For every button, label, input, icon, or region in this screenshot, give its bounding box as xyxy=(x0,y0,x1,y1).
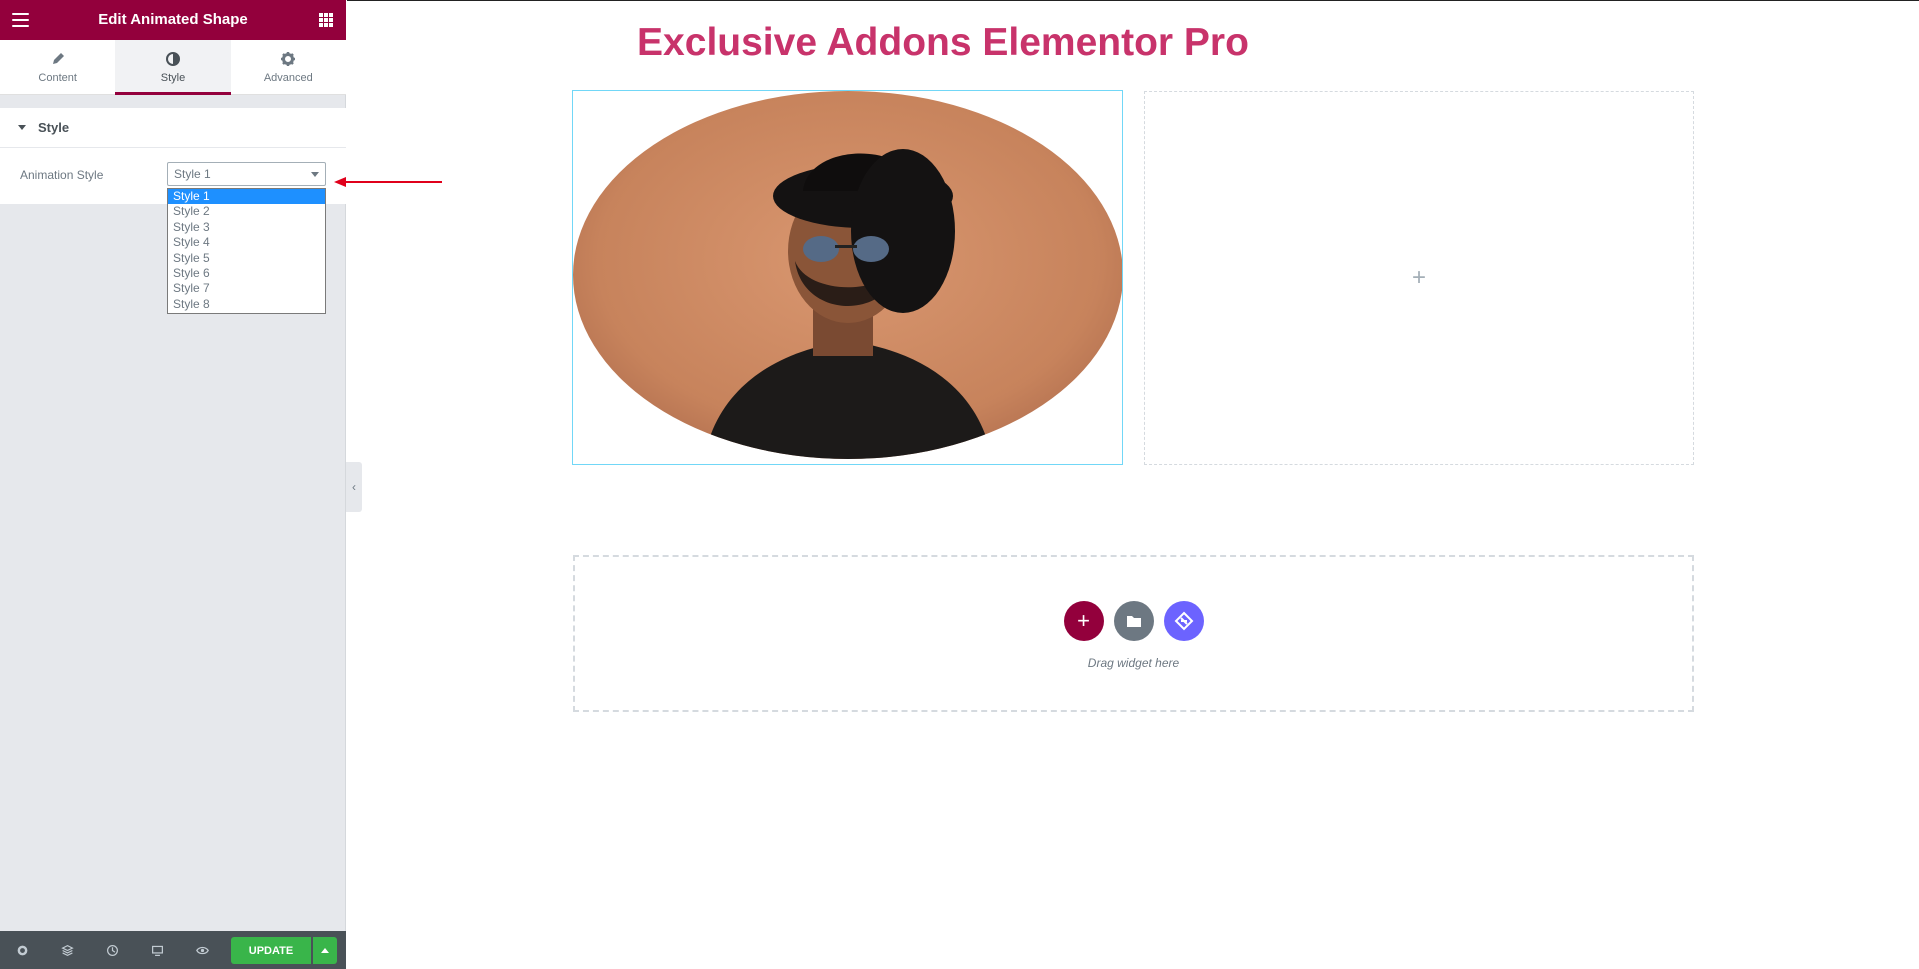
option-style-8[interactable]: Style 8 xyxy=(168,297,325,312)
select-value: Style 1 xyxy=(174,167,211,181)
editor-panel: Edit Animated Shape Content Style Advanc… xyxy=(0,0,346,969)
option-style-7[interactable]: Style 7 xyxy=(168,281,325,296)
tab-content-label: Content xyxy=(38,71,77,84)
exclusive-addons-templates-button[interactable] xyxy=(1163,601,1204,641)
page-title: Exclusive Addons Elementor Pro xyxy=(637,21,1249,64)
option-style-4[interactable]: Style 4 xyxy=(168,235,325,250)
update-options-button[interactable] xyxy=(313,937,337,964)
add-template-button[interactable] xyxy=(1113,601,1154,641)
option-style-6[interactable]: Style 6 xyxy=(168,266,325,281)
pencil-icon xyxy=(52,52,64,64)
add-section-drop-zone[interactable]: + Drag widget here xyxy=(573,555,1694,712)
tab-advanced[interactable]: Advanced xyxy=(231,40,346,94)
exclusive-addons-logo-icon xyxy=(1174,611,1193,631)
option-style-1[interactable]: Style 1 xyxy=(168,189,325,205)
caret-down-icon xyxy=(18,125,26,130)
editor-canvas: Exclusive Addons Elementor Pro + + Drag … xyxy=(347,0,1919,969)
tab-style-label: Style xyxy=(160,71,186,84)
option-style-3[interactable]: Style 3 xyxy=(168,220,325,235)
half-circle-icon xyxy=(165,51,180,66)
section-label: Style xyxy=(38,120,70,135)
preview-eye-icon[interactable] xyxy=(180,931,225,969)
animation-style-select[interactable]: Style 1 xyxy=(167,162,326,186)
plus-icon: + xyxy=(1411,264,1426,291)
option-style-5[interactable]: Style 5 xyxy=(168,251,325,266)
plus-icon: + xyxy=(1077,608,1090,633)
panel-tabs: Content Style Advanced xyxy=(0,40,346,95)
settings-gear-icon[interactable] xyxy=(0,931,45,969)
responsive-desktop-icon[interactable] xyxy=(135,931,180,969)
gear-icon xyxy=(281,51,296,66)
animation-style-options: Style 1 Style 2 Style 3 Style 4 Style 5 … xyxy=(167,188,326,314)
caret-up-icon xyxy=(321,948,329,953)
portrait-image xyxy=(573,91,1122,459)
folder-icon xyxy=(1126,616,1141,627)
add-new-section-button[interactable]: + xyxy=(1063,601,1104,641)
tab-advanced-label: Advanced xyxy=(263,71,313,84)
layers-icon[interactable] xyxy=(45,931,90,969)
history-icon[interactable] xyxy=(90,931,135,969)
panel-title: Edit Animated Shape xyxy=(98,11,248,28)
panel-header: Edit Animated Shape xyxy=(0,0,346,40)
option-style-2[interactable]: Style 2 xyxy=(168,204,325,219)
tab-style[interactable]: Style xyxy=(115,40,231,95)
dropdown-arrow-icon xyxy=(311,172,319,177)
tab-content[interactable]: Content xyxy=(0,40,115,94)
update-button[interactable]: UPDATE xyxy=(231,937,311,964)
style-section-toggle[interactable]: Style xyxy=(0,108,346,148)
animation-style-label: Animation Style xyxy=(20,168,104,182)
animated-shape-widget[interactable] xyxy=(572,90,1123,465)
widgets-grid-icon[interactable] xyxy=(319,13,333,27)
drag-widget-hint: Drag widget here xyxy=(1087,656,1180,670)
empty-column-add-button[interactable]: + xyxy=(1144,91,1694,465)
panel-footer: UPDATE xyxy=(0,931,346,969)
